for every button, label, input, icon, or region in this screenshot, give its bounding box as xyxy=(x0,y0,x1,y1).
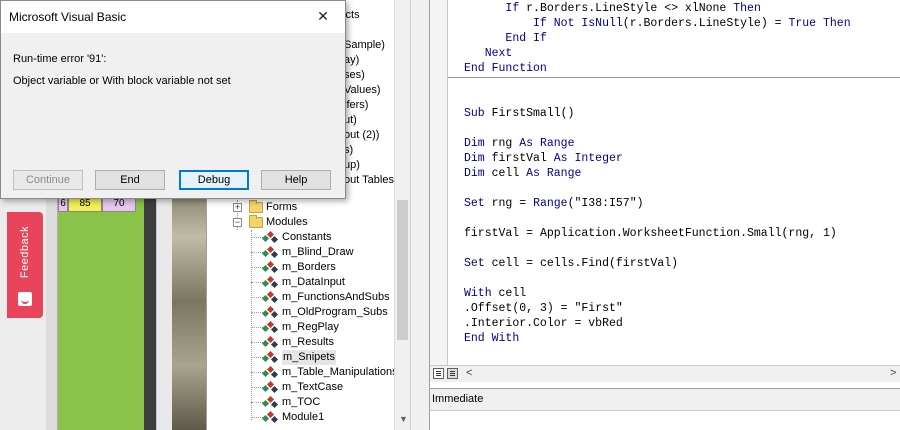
tree-module-item[interactable]: Constants xyxy=(207,230,397,245)
dialog-titlebar[interactable]: Microsoft Visual Basic ✕ xyxy=(1,1,345,33)
code-margin-indicator-bar xyxy=(430,0,448,365)
tree-module-label: m_FunctionsAndSubs xyxy=(282,291,390,303)
code-line[interactable]: Set rng = Range("I38:I57") xyxy=(464,196,644,211)
tree-item-label: out (2)) xyxy=(344,129,380,141)
tree-module-item[interactable]: m_OldProgram_Subs xyxy=(207,305,397,320)
feedback-label: Feedback xyxy=(19,225,31,279)
close-icon[interactable]: ✕ xyxy=(301,1,345,31)
expander-icon[interactable]: − xyxy=(233,218,242,227)
tree-folder-modules[interactable]: − Modules xyxy=(207,215,397,230)
module-icon xyxy=(261,260,279,274)
tree-module-item[interactable]: m_Snipets xyxy=(207,350,397,365)
immediate-window[interactable]: Immediate xyxy=(430,388,900,430)
module-icon xyxy=(261,275,279,289)
tree-item-label: Values) xyxy=(344,84,381,96)
code-line[interactable]: End With xyxy=(464,331,519,346)
module-icon xyxy=(261,380,279,394)
tree-module-label: m_Table_Manipulations xyxy=(282,366,398,378)
tree-item-label: ses) xyxy=(344,69,365,81)
code-line[interactable]: With cell xyxy=(464,286,526,301)
module-icon xyxy=(261,320,279,334)
code-line[interactable]: .Interior.Color = vbRed xyxy=(464,316,623,331)
tree-module-label: Constants xyxy=(282,231,332,243)
tree-module-item[interactable]: Module1 xyxy=(207,410,397,425)
module-icon xyxy=(261,305,279,319)
code-line[interactable]: If r.Borders.LineStyle <> xlNone Then xyxy=(464,1,760,16)
tree-item-label: lfers) xyxy=(344,99,369,111)
tree-module-item[interactable]: m_RegPlay xyxy=(207,320,397,335)
folder-icon xyxy=(249,215,263,228)
tree-folder-label: Forms xyxy=(266,201,298,213)
code-line[interactable]: Next xyxy=(464,46,513,61)
module-icon xyxy=(261,230,279,244)
tree-module-label: Module1 xyxy=(282,411,325,423)
code-line[interactable]: firstVal = Application.WorksheetFunction… xyxy=(464,226,837,241)
code-line[interactable]: If Not IsNull(r.Borders.LineStyle) = Tru… xyxy=(464,16,851,31)
feedback-smiley-icon xyxy=(18,292,32,306)
code-line[interactable]: Sub FirstSmall() xyxy=(464,106,574,121)
scrollbar-thumb[interactable] xyxy=(397,200,408,340)
tree-module-item[interactable]: m_Blind_Draw xyxy=(207,245,397,260)
module-icon xyxy=(261,335,279,349)
code-line[interactable]: Dim rng As Range xyxy=(464,136,574,151)
error-message-text: Object variable or With block variable n… xyxy=(13,75,231,87)
scroll-left-arrow-icon[interactable]: < xyxy=(466,366,472,381)
code-line[interactable]: End If xyxy=(464,31,546,46)
pane-splitter[interactable] xyxy=(410,0,430,430)
continue-button[interactable]: Continue xyxy=(13,170,83,190)
tree-module-item[interactable]: m_DataInput xyxy=(207,275,397,290)
feedback-tab[interactable]: Feedback xyxy=(7,212,43,318)
runtime-error-dialog: Microsoft Visual Basic ✕ Run-time error … xyxy=(0,0,346,199)
tree-module-label: m_Borders xyxy=(282,261,336,273)
end-button[interactable]: End xyxy=(95,170,165,190)
help-button[interactable]: Help xyxy=(261,170,331,190)
tree-item-label: up) xyxy=(344,159,360,171)
tree-folder-forms[interactable]: + Forms xyxy=(207,200,397,215)
code-window[interactable]: If r.Borders.LineStyle <> xlNone Then If… xyxy=(430,0,900,365)
code-line[interactable]: End Function xyxy=(464,61,547,76)
tree-module-label: m_DataInput xyxy=(282,276,345,288)
tree-item-label: Sample) xyxy=(344,39,385,51)
procedure-separator xyxy=(448,77,900,78)
expander-icon[interactable]: + xyxy=(233,203,242,212)
tree-module-label: m_Results xyxy=(282,336,334,348)
code-line[interactable]: Dim cell As Range xyxy=(464,166,581,181)
tree-module-label: m_TextCase xyxy=(282,381,344,393)
module-icon xyxy=(261,290,279,304)
module-icon xyxy=(261,245,279,259)
tree-vertical-scrollbar[interactable]: ▼ xyxy=(394,0,410,430)
code-window-bottom-bar: < > xyxy=(430,365,900,382)
tree-module-label: m_RegPlay xyxy=(282,321,339,333)
tree-module-label: m_OldProgram_Subs xyxy=(282,306,388,318)
error-code-text: Run-time error '91': xyxy=(13,53,107,65)
tree-module-item[interactable]: m_Borders xyxy=(207,260,397,275)
tree-module-item[interactable]: m_TextCase xyxy=(207,380,397,395)
tree-item-label: out Tables) xyxy=(344,174,398,186)
module-icon xyxy=(261,350,279,364)
code-line[interactable]: Set cell = cells.Find(firstVal) xyxy=(464,256,678,271)
tree-item-label: ay) xyxy=(344,54,360,66)
procedure-view-icon[interactable] xyxy=(433,368,444,379)
tree-folder-label: Modules xyxy=(266,216,308,228)
code-line[interactable]: Dim firstVal As Integer xyxy=(464,151,623,166)
tree-module-label: m_TOC xyxy=(282,396,321,408)
immediate-window-title: Immediate xyxy=(430,389,900,411)
scroll-right-arrow-icon[interactable]: > xyxy=(890,366,896,381)
tree-module-item[interactable]: m_FunctionsAndSubs xyxy=(207,290,397,305)
tree-module-label: m_Blind_Draw xyxy=(282,246,354,258)
folder-icon xyxy=(249,200,263,213)
debug-button[interactable]: Debug xyxy=(179,170,249,190)
tree-module-item[interactable]: m_Table_Manipulations xyxy=(207,365,398,380)
tree-module-label: m_Snipets xyxy=(282,350,336,365)
code-line[interactable]: .Offset(0, 3) = "First" xyxy=(464,301,623,316)
module-icon xyxy=(261,365,279,379)
full-module-view-icon[interactable] xyxy=(447,368,458,379)
tree-module-item[interactable]: m_Results xyxy=(207,335,397,350)
dialog-title: Microsoft Visual Basic xyxy=(9,10,127,24)
module-icon xyxy=(261,410,279,424)
scroll-down-arrow-icon[interactable]: ▼ xyxy=(399,414,408,424)
module-icon xyxy=(261,395,279,409)
tree-module-item[interactable]: m_TOC xyxy=(207,395,397,410)
